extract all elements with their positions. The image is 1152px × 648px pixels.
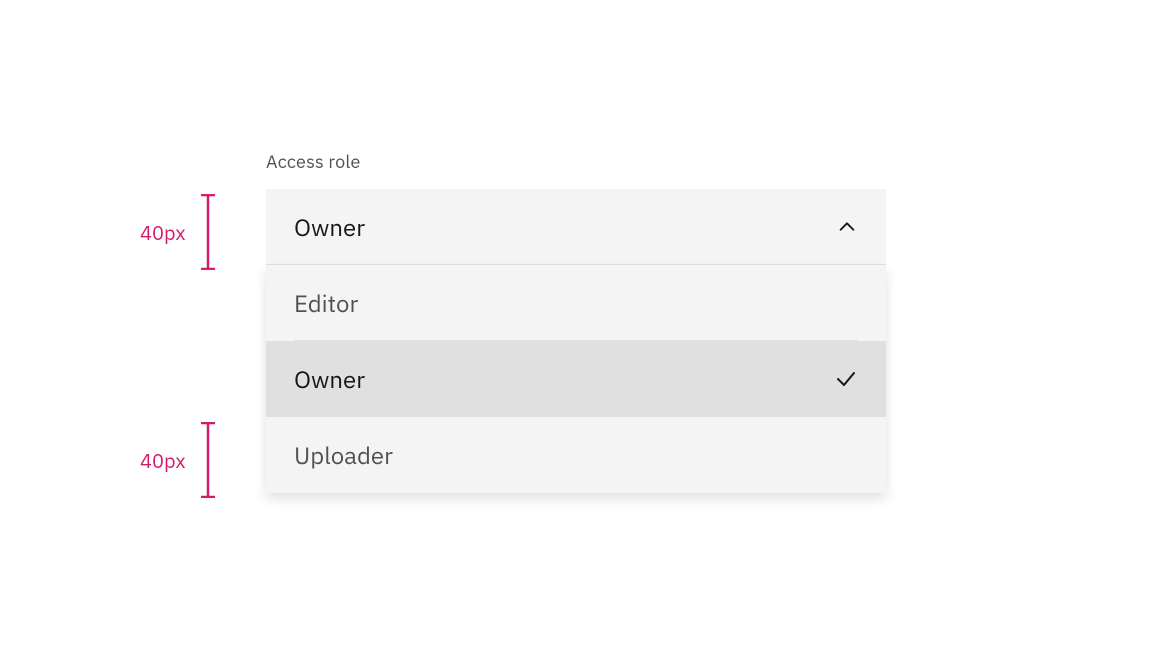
measurement-bracket-icon	[200, 194, 216, 270]
chevron-up-icon	[836, 216, 858, 238]
dropdown-item-editor[interactable]: Editor	[266, 265, 886, 341]
height-annotation-item: 40px	[140, 422, 216, 498]
dropdown-item-uploader[interactable]: Uploader	[266, 417, 886, 493]
dropdown-item-label: Editor	[294, 287, 358, 319]
measurement-bracket-icon	[200, 422, 216, 498]
height-annotation-header: 40px	[140, 194, 216, 270]
annotation-label: 40px	[140, 219, 186, 246]
access-role-dropdown: Owner Editor Owner Uploader	[266, 189, 886, 493]
dropdown-item-owner[interactable]: Owner	[266, 341, 886, 417]
dropdown-item-label: Owner	[294, 363, 365, 395]
dropdown-label: Access role	[266, 150, 886, 173]
annotation-label: 40px	[140, 447, 186, 474]
checkmark-icon	[834, 367, 858, 391]
dropdown-item-label: Uploader	[294, 439, 393, 471]
dropdown-selected-value: Owner	[294, 211, 365, 243]
dropdown-header[interactable]: Owner	[266, 189, 886, 265]
dropdown-menu: Editor Owner Uploader	[266, 265, 886, 493]
